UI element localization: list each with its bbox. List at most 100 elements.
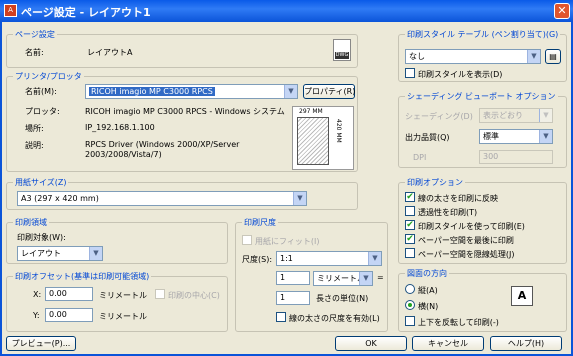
close-button[interactable]: ✕ [554, 3, 570, 19]
chevron-down-icon: ▼ [293, 192, 306, 205]
plot-scale-group: 印刷尺度 用紙にフィット(I) 尺度(S): 1:1 ▼ 1 ミリメートル ▼ … [235, 217, 388, 332]
upside-down-checkbox[interactable] [405, 316, 415, 326]
orientation-icon-letter: A [517, 289, 527, 302]
dwg-file-icon: DWG [333, 39, 351, 61]
shade-plot-value: 表示どおり [483, 111, 523, 120]
paper-size-select[interactable]: A3 (297 x 420 mm) ▼ [17, 191, 307, 206]
plot-option-checkbox[interactable]: ✔ [405, 220, 415, 230]
plot-style-table-select[interactable]: なし ▼ [405, 49, 541, 64]
location-value: IP_192.168.1.100 [85, 123, 155, 132]
dpi-label: DPI [413, 153, 427, 162]
scale-value2-input[interactable]: 1 [276, 291, 310, 305]
printer-group-label: プリンタ/プロッタ [13, 71, 84, 82]
quality-select[interactable]: 標準 ▼ [479, 129, 553, 144]
scale-lineweights-checkbox[interactable] [276, 312, 286, 322]
shade-plot-select[interactable]: 表示どおり ▼ [479, 108, 553, 123]
plotter-value: RICOH imagio MP C3000 RPCS - Windows システ… [85, 107, 285, 116]
orientation-group-label: 図面の方向 [405, 268, 449, 279]
printer-name-label: 名前(M): [25, 87, 57, 96]
display-plot-styles-label: 印刷スタイルを表示(D) [418, 70, 503, 79]
plot-option-checkbox[interactable]: ✔ [405, 234, 415, 244]
scale-unit-select[interactable]: ミリメートル ▼ [313, 271, 373, 286]
help-button[interactable]: ヘルプ(H) [490, 336, 562, 351]
fit-to-paper-checkbox[interactable] [242, 235, 252, 245]
chevron-down-icon: ▼ [539, 130, 552, 143]
offset-y-unit: ミリメートル [99, 312, 147, 321]
plot-area-group-label: 印刷領域 [13, 217, 49, 228]
page-setup-group: ページ設定 名前: レイアウトA DWG [6, 29, 358, 68]
edit-table-icon: ▤ [549, 52, 557, 61]
scale-value1-input[interactable]: 1 [276, 271, 310, 285]
plot-option-checkbox[interactable] [405, 206, 415, 216]
location-label: 場所: [25, 124, 44, 133]
plot-what-select[interactable]: レイアウト ▼ [17, 246, 103, 261]
paper-preview-sheet [297, 117, 329, 165]
chevron-down-icon: ▼ [368, 252, 381, 265]
offset-x-label: X: [33, 290, 42, 299]
scale-label: 尺度(S): [242, 255, 273, 264]
window-title: ページ設定 - レイアウト1 [21, 6, 151, 19]
offset-y-label: Y: [33, 311, 40, 320]
plot-option-label: ペーパー空間を最後に印刷 [418, 236, 514, 245]
paper-size-group-label: 用紙サイズ(Z) [13, 177, 69, 188]
plot-style-table-group: 印刷スタイル テーブル (ペン割り当て)(G) なし ▼ ▤ 印刷スタイルを表示… [398, 29, 567, 82]
description-label: 説明: [25, 141, 44, 150]
chevron-down-icon: ▼ [284, 85, 297, 98]
properties-button[interactable]: プロパティ(R) [303, 84, 355, 99]
preview-width-label: 297 MM [299, 108, 323, 115]
offset-y-input[interactable]: 0.00 [45, 308, 93, 322]
app-icon: A [4, 4, 17, 17]
shaded-viewport-group-label: シェーディング ビューポート オプション [405, 91, 558, 102]
page-setup-name-value: レイアウトA [87, 48, 133, 57]
display-plot-styles-checkbox[interactable] [405, 68, 415, 78]
plot-style-table-value: なし [409, 52, 425, 61]
plotter-label: プロッタ: [25, 107, 60, 116]
scale-lineweights-label: 線の太さの尺度を有効(L) [289, 314, 380, 323]
page-setup-group-label: ページ設定 [13, 29, 57, 40]
cancel-button[interactable]: キャンセル [412, 336, 484, 351]
offset-x-unit: ミリメートル [99, 291, 147, 300]
printer-group: プリンタ/プロッタ 名前(M): RICOH imagio MP C3000 R… [6, 71, 358, 172]
offset-x-input[interactable]: 0.00 [45, 287, 93, 301]
edit-plot-style-button[interactable]: ▤ [545, 49, 561, 64]
plot-option-label: ペーパー空間を隠線処理(J) [418, 250, 515, 259]
paper-preview: 297 MM 420 MM [292, 106, 354, 170]
title-bar: A ページ設定 - レイアウト1 ✕ [0, 0, 573, 22]
portrait-radio[interactable] [405, 284, 415, 294]
description-value: RPCS Driver (Windows 2000/XP/Server 2003… [85, 140, 240, 159]
dwg-icon-text: DWG [335, 52, 349, 59]
portrait-label: 縦(A) [418, 286, 438, 295]
dpi-input[interactable]: 300 [479, 150, 553, 164]
scale-select[interactable]: 1:1 ▼ [276, 251, 382, 266]
plot-options-group: 印刷オプション ✔ 線の太さを印刷に反映 透過性を印刷(T) ✔ 印刷スタイルを使って印… [398, 177, 567, 264]
plot-offset-group: 印刷オフセット(基準は印刷可能領域) X: 0.00 ミリメートル 印刷の中心(… [6, 271, 228, 332]
chevron-down-icon: ▼ [527, 50, 540, 63]
printer-name-value: RICOH imagio MP C3000 RPCS [89, 87, 215, 96]
chevron-down-icon: ▼ [89, 247, 102, 260]
plot-options-group-label: 印刷オプション [405, 177, 465, 188]
ok-button[interactable]: OK [335, 336, 407, 351]
orientation-icon: A [511, 286, 533, 306]
plot-what-value: レイアウト [21, 249, 61, 258]
plot-option-label: 線の太さを印刷に反映 [418, 194, 498, 203]
center-plot-label: 印刷の中心(C) [168, 291, 220, 300]
shaded-viewport-group: シェーディング ビューポート オプション シェーディング(D) 表示どおり ▼ … [398, 91, 567, 168]
plot-what-label: 印刷対象(W): [17, 233, 66, 242]
plot-offset-group-label: 印刷オフセット(基準は印刷可能領域) [13, 271, 152, 282]
landscape-radio[interactable] [405, 300, 415, 310]
page-setup-name-label: 名前: [25, 48, 44, 57]
plot-option-checkbox[interactable]: ✔ [405, 192, 415, 202]
upside-down-label: 上下を反転して印刷(-) [418, 318, 499, 327]
printer-name-select[interactable]: RICOH imagio MP C3000 RPCS ▼ [85, 84, 298, 99]
quality-value: 標準 [483, 132, 499, 141]
scale-value: 1:1 [280, 254, 293, 263]
plot-option-checkbox[interactable] [405, 248, 415, 258]
equals-sign: = [377, 273, 384, 282]
center-plot-checkbox[interactable] [155, 289, 165, 299]
paper-size-value: A3 (297 x 420 mm) [21, 194, 99, 203]
paper-size-group: 用紙サイズ(Z) A3 (297 x 420 mm) ▼ [6, 177, 358, 210]
plot-scale-group-label: 印刷尺度 [242, 217, 278, 228]
plot-option-label: 透過性を印刷(T) [418, 208, 478, 217]
plot-area-group: 印刷領域 印刷対象(W): レイアウト ▼ [6, 217, 228, 264]
preview-button[interactable]: プレビュー(P)... [6, 336, 76, 351]
